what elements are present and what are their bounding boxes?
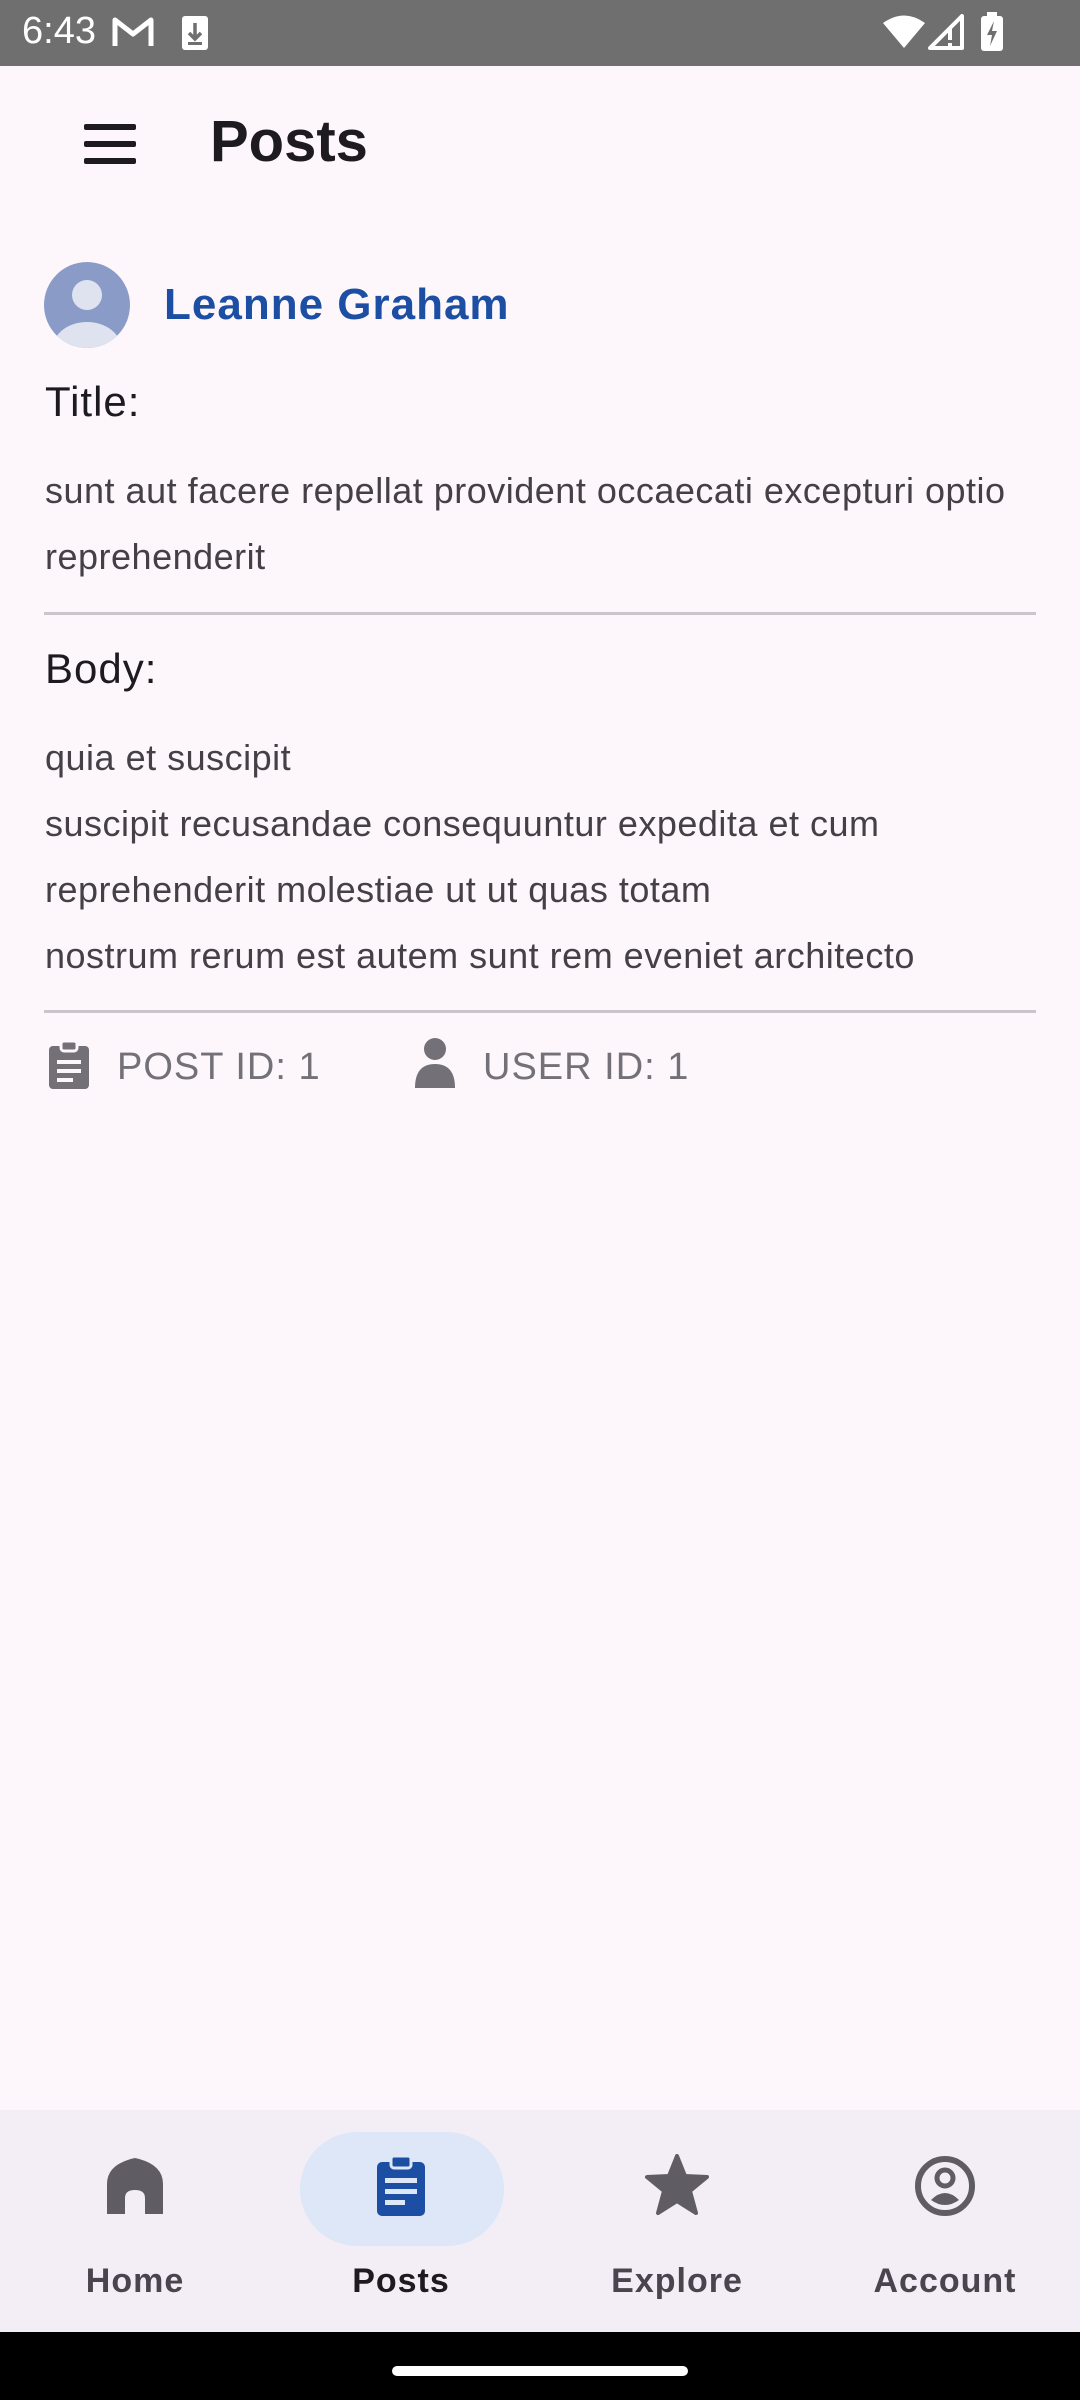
status-bar: 6:43 (0, 0, 1080, 66)
bottom-navigation: Home Posts Explore Account (0, 2110, 1080, 2332)
title-label: Title: (45, 378, 141, 425)
body-line: reprehenderit molestiae ut ut quas totam (45, 869, 712, 910)
author-name[interactable]: Leanne Graham (164, 280, 510, 330)
clipboard-icon (49, 1040, 89, 1089)
post-id-label: POST ID: 1 (117, 1046, 321, 1088)
menu-button[interactable] (66, 112, 154, 176)
body-line: nostrum rerum est autem sunt rem eveniet… (45, 935, 915, 976)
page-title: Posts (210, 109, 368, 174)
status-time: 6:43 (22, 10, 96, 52)
signal-icon (928, 14, 964, 50)
body-line: quia et suscipit (45, 737, 292, 778)
home-icon (107, 2158, 163, 2214)
top-app-bar: Posts (0, 66, 1080, 216)
posts-icon (377, 2154, 425, 2216)
post-body: quia et suscipit suscipit recusandae con… (45, 725, 1045, 989)
gmail-icon (112, 17, 154, 46)
nav-label-home: Home (85, 2262, 185, 2300)
nav-home[interactable]: Home (0, 2110, 270, 2332)
download-icon (182, 16, 208, 50)
person-icon (415, 1038, 455, 1088)
nav-explore[interactable]: Explore (542, 2110, 812, 2332)
post-title: sunt aut facere repellat provident occae… (45, 470, 1006, 577)
nav-label-account: Account (873, 2262, 1017, 2300)
nav-posts[interactable]: Posts (266, 2110, 536, 2332)
body-label: Body: (45, 645, 158, 692)
nav-label-explore: Explore (611, 2262, 743, 2300)
gesture-handle[interactable] (392, 2366, 688, 2376)
divider (44, 612, 1036, 615)
person-avatar-icon (53, 280, 121, 348)
nav-account[interactable]: Account (810, 2110, 1080, 2332)
nav-label-posts: Posts (352, 2262, 450, 2300)
body-line: suscipit recusandae consequuntur expedit… (45, 803, 880, 844)
star-icon (645, 2154, 709, 2215)
divider (44, 1010, 1036, 1013)
wifi-icon (883, 15, 925, 48)
battery-charging-icon (981, 12, 1003, 51)
system-navigation-bar (0, 2332, 1080, 2400)
avatar[interactable] (44, 262, 130, 348)
account-icon (915, 2156, 975, 2216)
user-id-label: USER ID: 1 (483, 1046, 690, 1088)
